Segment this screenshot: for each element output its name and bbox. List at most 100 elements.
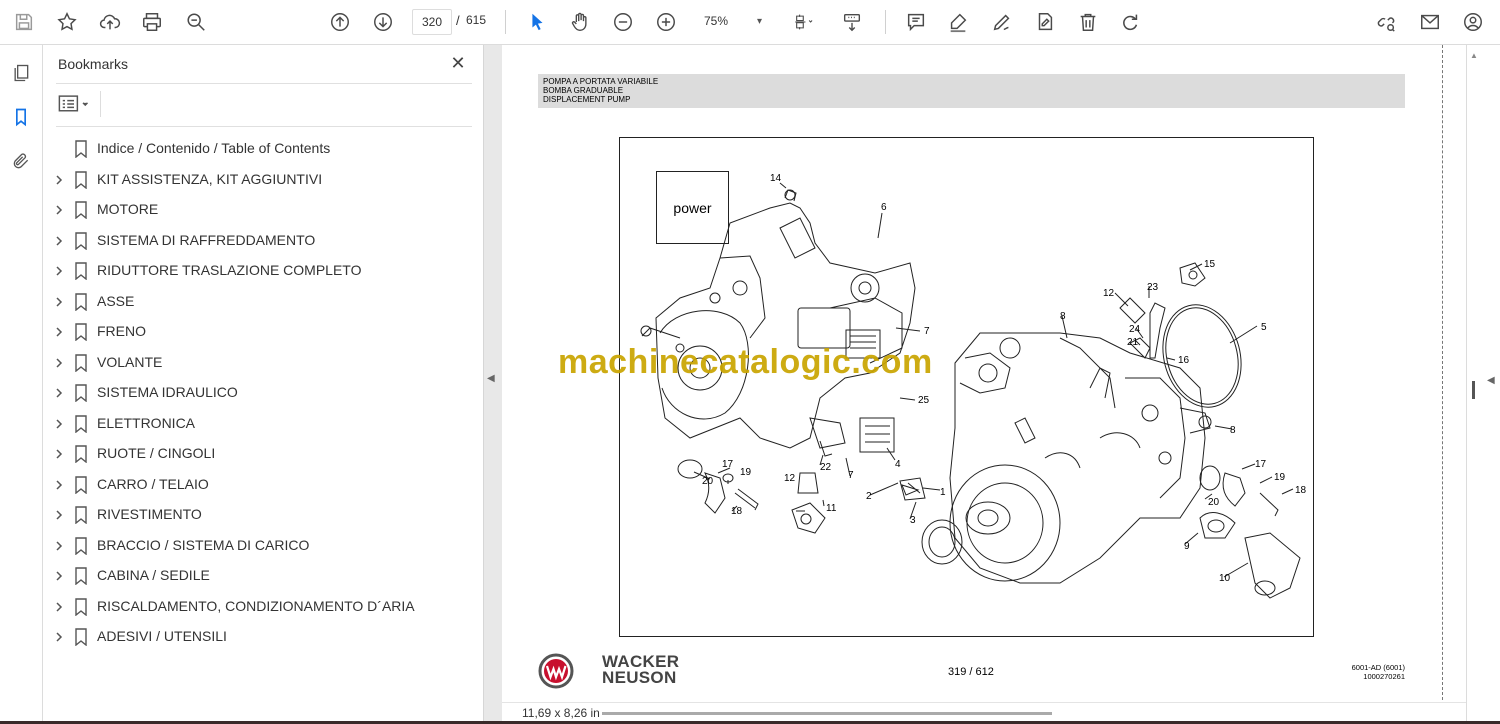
callout-number: 2: [866, 491, 872, 502]
account-icon[interactable]: [1457, 6, 1489, 38]
bookmark-item[interactable]: MOTORE: [43, 195, 483, 225]
bookmark-icon: [75, 262, 87, 280]
bookmark-icon: [75, 506, 87, 524]
scroll-up-icon[interactable]: ▲: [1470, 51, 1478, 60]
bookmark-icon: [75, 475, 87, 494]
chevron-right-icon[interactable]: [53, 570, 65, 582]
bookmark-item[interactable]: Indice / Contenido / Table of Contents: [43, 134, 483, 164]
callout-number: 7: [924, 326, 930, 337]
bookmark-item[interactable]: FRENO: [43, 317, 483, 347]
zoom-select[interactable]: 75% ▾: [700, 9, 766, 33]
bookmark-item[interactable]: RIDUTTORE TRASLAZIONE COMPLETO: [43, 256, 483, 286]
page-number-input[interactable]: 320: [412, 9, 452, 35]
bookmark-icon: [75, 140, 87, 158]
bookmark-item[interactable]: RUOTE / CINGOLI: [43, 439, 483, 469]
bookmark-panel-icon[interactable]: [7, 103, 35, 131]
chevron-right-icon[interactable]: [53, 509, 65, 521]
zoom-in-icon[interactable]: [650, 6, 682, 38]
redo-icon[interactable]: [1114, 6, 1146, 38]
chevron-right-icon[interactable]: [53, 326, 65, 338]
page-thumbnails-icon[interactable]: [7, 59, 35, 87]
email-icon[interactable]: [1414, 6, 1446, 38]
highlight-pen-icon[interactable]: [942, 6, 974, 38]
chevron-right-icon[interactable]: [53, 265, 65, 277]
callout-number: 24: [1129, 324, 1141, 335]
next-page-icon[interactable]: [367, 6, 399, 38]
chevron-right-icon[interactable]: [53, 448, 65, 460]
callout-number: 7: [848, 470, 854, 481]
bookmark-icon: [75, 445, 87, 463]
scroll-mode-icon[interactable]: [836, 6, 868, 38]
zoom-out-icon[interactable]: [607, 6, 639, 38]
collapse-panel-icon[interactable]: ◀: [487, 373, 497, 387]
bookmark-item[interactable]: ADESIVI / UTENSILI: [43, 622, 483, 652]
bookmark-item[interactable]: CARRO / TELAIO: [43, 470, 483, 500]
draw-signature-icon[interactable]: [986, 6, 1018, 38]
doc-number: 1000270261: [1363, 672, 1405, 681]
horizontal-scrollbar[interactable]: [602, 712, 1052, 715]
bookmark-options-button[interactable]: [58, 93, 94, 115]
chevron-right-icon[interactable]: [53, 204, 65, 216]
bookmark-item[interactable]: SISTEMA DI RAFFREDDAMENTO: [43, 226, 483, 256]
bookmark-icon: [75, 414, 87, 433]
print-icon[interactable]: [136, 6, 168, 38]
bookmark-label: SISTEMA DI RAFFREDDAMENTO: [97, 231, 316, 248]
zoom-value: 75%: [704, 14, 729, 28]
bookmark-icon: [75, 323, 87, 341]
chevron-right-icon[interactable]: [53, 601, 65, 613]
cloud-upload-icon[interactable]: [94, 6, 126, 38]
scroll-handle[interactable]: [1472, 381, 1475, 399]
callout-number: 22: [820, 462, 832, 473]
chevron-right-icon[interactable]: [53, 540, 65, 552]
callout-number: 8: [1230, 425, 1236, 436]
header-line-es: BOMBA GRADUABLE: [543, 86, 624, 95]
callout-number: 16: [1178, 355, 1190, 366]
bookmark-icon: [75, 231, 87, 250]
callout-number: 17: [1255, 459, 1267, 470]
chevron-right-icon[interactable]: [53, 296, 65, 308]
bookmark-item[interactable]: CABINA / SEDILE: [43, 561, 483, 591]
bookmark-label: VOLANTE: [97, 353, 163, 370]
edit-document-icon[interactable]: [1029, 6, 1061, 38]
callout-number: 18: [731, 506, 743, 517]
hand-tool-icon[interactable]: [564, 6, 596, 38]
close-icon[interactable]: ✕: [447, 52, 469, 74]
chevron-right-icon[interactable]: [53, 174, 65, 186]
save-icon[interactable]: [8, 6, 40, 38]
callout-number: 23: [1147, 282, 1159, 293]
bookmark-item[interactable]: KIT ASSISTENZA, KIT AGGIUNTIVI: [43, 165, 483, 195]
chevron-right-icon[interactable]: [53, 357, 65, 369]
bookmark-item[interactable]: RIVESTIMENTO: [43, 500, 483, 530]
bookmark-label: ADESIVI / UTENSILI: [97, 628, 227, 644]
delete-icon[interactable]: [1072, 6, 1104, 38]
previous-page-icon[interactable]: [324, 6, 356, 38]
attachment-icon[interactable]: [7, 147, 35, 175]
bookmarks-panel: Bookmarks ✕ Indice / Contenido / Table o…: [43, 45, 484, 724]
bookmark-item[interactable]: ASSE: [43, 287, 483, 317]
chevron-right-icon[interactable]: [53, 418, 65, 430]
callout-number: 3: [910, 515, 916, 526]
bookmark-item[interactable]: BRACCIO / SISTEMA DI CARICO: [43, 531, 483, 561]
bookmark-item[interactable]: ELETTRONICA: [43, 409, 483, 439]
chevron-right-icon[interactable]: [53, 631, 65, 643]
bookmark-item[interactable]: VOLANTE: [43, 348, 483, 378]
callout-number: 19: [1274, 472, 1286, 483]
navigation-rail: [0, 45, 43, 724]
bookmark-label: CABINA / SEDILE: [97, 567, 210, 583]
expand-right-panel-icon[interactable]: ◀: [1487, 375, 1495, 386]
bookmark-icon: [75, 536, 87, 555]
callout-number: 1: [940, 487, 946, 498]
bookmark-item[interactable]: SISTEMA IDRAULICO: [43, 378, 483, 408]
link-search-icon[interactable]: [1370, 6, 1402, 38]
select-cursor-icon[interactable]: [521, 6, 553, 38]
zoom-out-search-icon[interactable]: [180, 6, 212, 38]
chevron-right-icon[interactable]: [53, 479, 65, 491]
page-fit-icon[interactable]: [784, 6, 824, 38]
bookmark-icon: [75, 597, 87, 616]
chevron-right-icon[interactable]: [53, 387, 65, 399]
chevron-right-icon[interactable]: [53, 235, 65, 247]
comment-icon[interactable]: [900, 6, 932, 38]
brand-logo-text: WACKER NEUSON: [602, 653, 679, 686]
star-icon[interactable]: [51, 6, 83, 38]
bookmark-item[interactable]: RISCALDAMENTO, CONDIZIONAMENTO D´ARIA: [43, 592, 483, 622]
